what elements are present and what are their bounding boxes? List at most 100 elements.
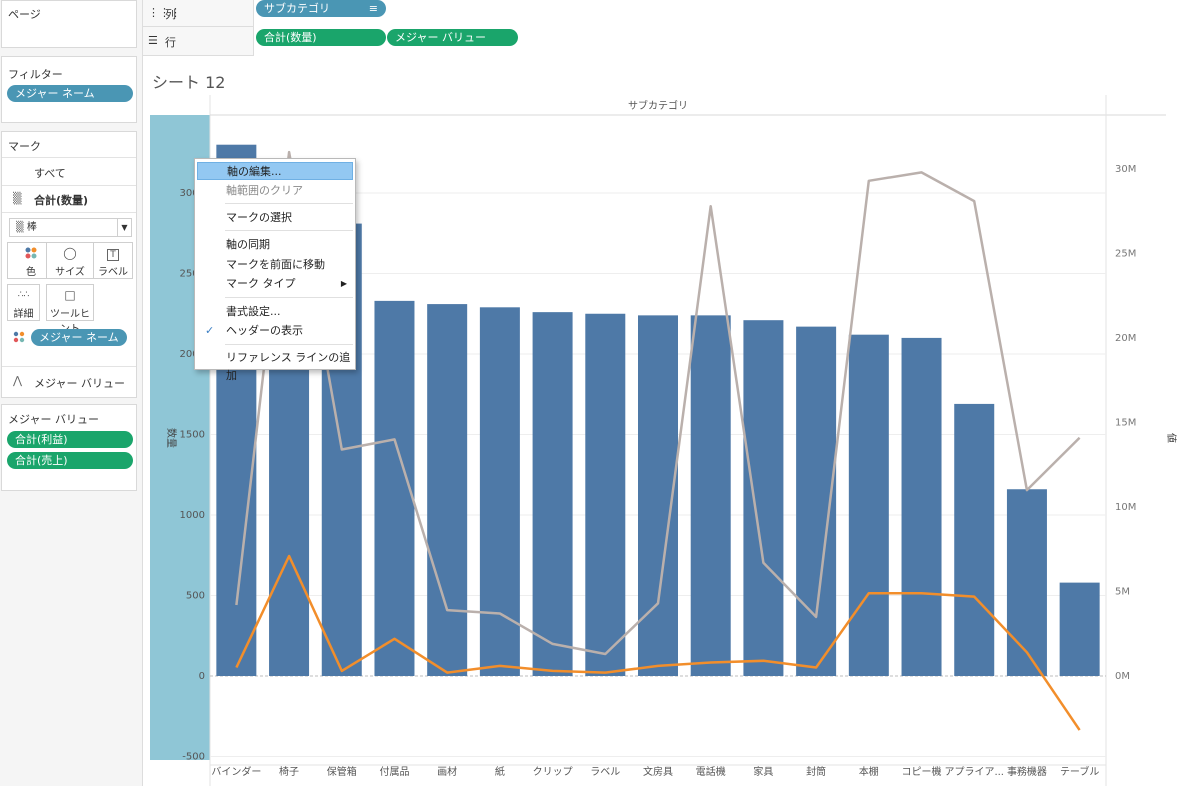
marks-measure-values-row[interactable]: ⋀ メジャー バリュー (2, 372, 136, 398)
y-tick-label: 1000 (180, 510, 205, 521)
menu-item-format[interactable]: 書式設定... (197, 303, 353, 321)
filter-pill-measure-names[interactable]: メジャー ネーム (7, 85, 133, 102)
pages-card[interactable]: ページ (1, 0, 137, 48)
x-tick-label: 椅子 (279, 765, 299, 778)
columns-drop-area[interactable]: サブカテゴリ ≡ (253, 0, 1200, 27)
bar-type-icon: ▒ (16, 222, 24, 233)
y-axis-title: 数量 (165, 428, 178, 448)
left-panel: ページ フィルター メジャー ネーム マーク すべて ▒ 合計(数量) ▒ 棒 … (0, 0, 143, 786)
menu-item-synchronize-axis[interactable]: 軸の同期 (197, 236, 353, 254)
axis-context-menu: 軸の編集... 軸範囲のクリア マークの選択 軸の同期 マークを前面に移動 マー… (194, 158, 356, 370)
columns-pill-subcategory[interactable]: サブカテゴリ ≡ (256, 0, 386, 17)
bar (954, 404, 994, 676)
x-tick-label: コピー機 (902, 765, 942, 778)
filters-title: フィルター (8, 66, 63, 82)
x-tick-label: 電話機 (696, 765, 726, 778)
x-tick-label: アプライア... (944, 766, 1004, 778)
detail-icon: ∴∴ (8, 285, 39, 305)
y-tick-label: 0 (199, 671, 205, 682)
y2-tick-label: 0M (1115, 671, 1130, 682)
line-chart-icon: ⋀ (13, 374, 22, 387)
menu-item-move-marks-front[interactable]: マークを前面に移動 (197, 256, 353, 274)
label-button[interactable]: T ラベル (93, 242, 133, 279)
marks-measure-values-label: メジャー バリュー (34, 375, 125, 391)
menu-item-add-reference-line[interactable]: リファレンス ラインの追加 (197, 349, 353, 367)
y-tick-label: 1500 (180, 430, 205, 441)
rows-shelf[interactable]: ☰ 行 合計(数量) メジャー バリュー (143, 27, 1200, 56)
detail-button-label: 詳細 (14, 309, 34, 320)
checkmark-icon: ✓ (205, 322, 214, 340)
label-button-label: ラベル (98, 267, 128, 278)
rows-drop-area[interactable]: 合計(数量) メジャー バリュー (253, 27, 1200, 56)
x-tick-label: 封筒 (806, 765, 826, 778)
mv-pill-profit[interactable]: 合計(利益) (7, 431, 133, 448)
y2-tick-label: 25M (1115, 249, 1136, 260)
tooltip-icon: □ (47, 285, 93, 305)
columns-shelf-label: 列 (165, 6, 176, 22)
y-tick-label: 500 (186, 591, 205, 602)
rows-pill-quantity[interactable]: 合計(数量) (256, 29, 386, 46)
marks-measure-label: 合計(数量) (34, 192, 88, 208)
bar (1060, 583, 1100, 676)
x-tick-label: 保管箱 (327, 765, 357, 778)
menu-item-mark-type[interactable]: マーク タイプ ▶ (197, 275, 353, 293)
bar (902, 338, 942, 676)
bar (1007, 489, 1047, 676)
menu-item-select-marks[interactable]: マークの選択 (197, 209, 353, 227)
size-button-label: サイズ (55, 267, 85, 278)
column-header: サブカテゴリ (628, 99, 688, 112)
mark-type-value: 棒 (27, 222, 37, 233)
label-icon: T (94, 243, 132, 263)
columns-pill-label: サブカテゴリ (264, 2, 330, 15)
menu-item-show-header[interactable]: ✓ ヘッダーの表示 (197, 322, 353, 340)
bar (533, 312, 573, 676)
x-tick-label: バインダー (211, 765, 261, 778)
bar-chart-icon: ▒ (13, 192, 21, 205)
x-tick-label: テーブル (1060, 765, 1099, 778)
menu-item-mark-type-label: マーク タイプ (226, 277, 296, 290)
bar (849, 335, 889, 676)
y2-tick-label: 5M (1115, 587, 1130, 598)
sheet-title: シート 12 (152, 69, 225, 93)
marks-all-label: すべて (34, 165, 66, 181)
y2-tick-label: 10M (1115, 502, 1136, 513)
detail-button[interactable]: ∴∴ 詳細 (7, 284, 40, 321)
rows-icon: ☰ (148, 34, 158, 47)
size-button[interactable]: ◯ サイズ (46, 242, 94, 279)
menu-item-clear-axis-range: 軸範囲のクリア (197, 182, 353, 200)
chevron-down-icon: ▼ (117, 219, 131, 236)
rows-shelf-label: 行 (165, 34, 176, 50)
x-tick-label: クリップ (533, 766, 573, 778)
mv-pill-sales[interactable]: 合計(売上) (7, 452, 133, 469)
sort-icon: ≡ (369, 0, 378, 17)
columns-shelf[interactable]: ⋮⋮⋮ 列 サブカテゴリ ≡ (143, 0, 1200, 27)
tableau-workspace: ページ フィルター メジャー ネーム マーク すべて ▒ 合計(数量) ▒ 棒 … (0, 0, 1200, 786)
y2-axis-title: 値 (1165, 433, 1178, 443)
color-dots-icon (13, 331, 25, 346)
color-pill-measure-names[interactable]: メジャー ネーム (31, 329, 127, 346)
bar (585, 314, 625, 676)
menu-item-edit-axis[interactable]: 軸の編集... (197, 162, 353, 180)
pages-title: ページ (8, 6, 41, 22)
x-tick-label: 文房具 (643, 765, 673, 778)
tooltip-button[interactable]: □ ツールヒント (46, 284, 94, 321)
marks-title: マーク (8, 138, 41, 154)
bar (691, 315, 731, 676)
x-tick-label: 付属品 (379, 765, 409, 778)
x-tick-label: 家具 (753, 765, 773, 778)
x-tick-label: 事務機器 (1007, 765, 1047, 778)
x-tick-label: 画材 (437, 765, 457, 778)
filters-card[interactable]: フィルター メジャー ネーム (1, 56, 137, 123)
y2-tick-label: 30M (1115, 164, 1136, 175)
x-tick-label: 本棚 (859, 765, 879, 778)
submenu-arrow-icon: ▶ (341, 275, 347, 293)
rows-pill-measure-values[interactable]: メジャー バリュー (387, 29, 518, 46)
bar (743, 320, 783, 676)
x-tick-label: 紙 (495, 765, 505, 778)
y2-tick-label: 15M (1115, 418, 1136, 429)
marks-card: マーク すべて ▒ 合計(数量) ▒ 棒 ▼ 色 (1, 131, 137, 398)
color-button-label: 色 (26, 267, 36, 278)
mark-type-dropdown[interactable]: ▒ 棒 ▼ (9, 218, 132, 237)
measure-values-title: メジャー バリュー (8, 411, 99, 427)
size-icon: ◯ (47, 243, 93, 263)
